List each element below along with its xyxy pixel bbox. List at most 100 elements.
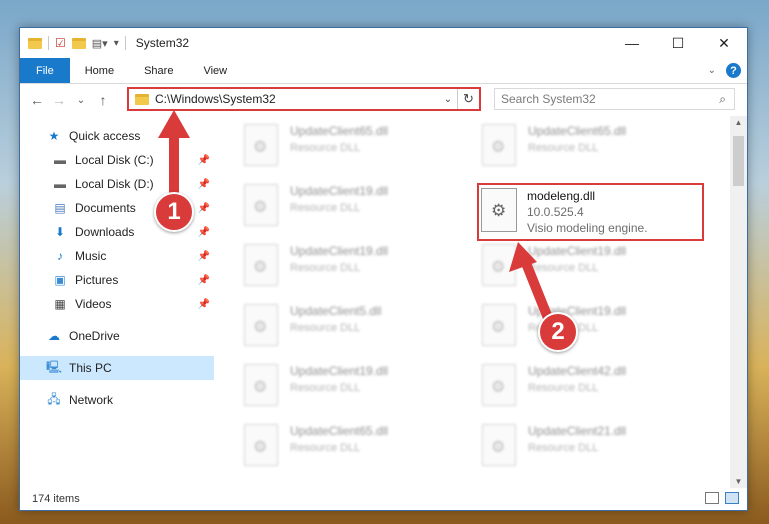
downloads-icon: ⬇: [54, 225, 66, 239]
maximize-button[interactable]: ☐: [655, 28, 701, 58]
dll-file-icon: [482, 364, 516, 406]
pin-icon[interactable]: 📌: [198, 275, 210, 286]
quick-access-toolbar: ☑ ▤▾ ▾: [28, 28, 126, 58]
file-type: Resource DLL: [290, 382, 361, 394]
file-tile[interactable]: UpdateClient19.dllResource DLL: [482, 244, 707, 296]
expand-ribbon-icon[interactable]: ⌄: [708, 65, 716, 76]
file-tile[interactable]: UpdateClient19.dll Resource DLL: [244, 364, 469, 416]
pin-icon[interactable]: 📌: [198, 179, 210, 190]
file-type: Resource DLL: [290, 142, 361, 154]
divider: [48, 36, 49, 50]
documents-icon: ▤: [54, 201, 66, 215]
network-icon: 🖧: [47, 391, 61, 406]
qa-dropdown-icon[interactable]: ▾: [114, 38, 119, 49]
file-version: 10.0.525.4: [527, 205, 584, 219]
sidebar-item-network[interactable]: 🖧 Network: [20, 388, 214, 412]
file-tile[interactable]: UpdateClient19.dllResource DLL: [482, 304, 707, 356]
sidebar-item-pictures[interactable]: ▣ Pictures 📌: [20, 268, 214, 292]
file-name: UpdateClient42.dll: [528, 364, 627, 378]
search-icon[interactable]: ⌕: [719, 92, 726, 107]
pin-icon[interactable]: 📌: [198, 251, 210, 262]
file-tile[interactable]: UpdateClient19.dllResource DLL: [244, 244, 469, 296]
computer-icon: 🖳: [46, 359, 63, 374]
new-folder-icon[interactable]: [71, 37, 86, 49]
file-name: UpdateClient19.dll: [290, 184, 389, 198]
folder-icon[interactable]: [28, 37, 42, 49]
file-name: modeleng.dll: [527, 189, 596, 203]
dll-file-icon: [244, 124, 278, 166]
file-tile[interactable]: UpdateClient19.dll Resource DLL: [244, 184, 469, 236]
caption-buttons: — ☐ ✕: [609, 28, 747, 58]
sidebar-item-music[interactable]: ♪ Music 📌: [20, 244, 214, 268]
sidebar-item-onedrive[interactable]: ☁ OneDrive: [20, 324, 214, 348]
vertical-scrollbar[interactable]: ▲ ▼: [730, 116, 747, 488]
file-type: Resource DLL: [528, 262, 599, 274]
sidebar-item-label: Music: [75, 249, 107, 263]
dll-file-icon: [482, 124, 516, 166]
tab-share[interactable]: Share: [129, 58, 188, 83]
file-type: Resource DLL: [290, 442, 361, 454]
search-input[interactable]: Search System32 ⌕: [494, 88, 735, 110]
sidebar-item-local-disk-d[interactable]: ▬ Local Disk (D:) 📌: [20, 172, 214, 196]
help-icon[interactable]: ?: [726, 63, 741, 78]
step-2-badge: 2: [538, 312, 578, 352]
file-tile[interactable]: UpdateClient65.dll Resource DLL: [244, 124, 469, 176]
file-tile[interactable]: UpdateClient5.dll Resource DLL: [244, 304, 469, 356]
item-count: 174 items: [32, 493, 80, 505]
star-icon: ★: [48, 129, 60, 143]
address-bar[interactable]: C:\Windows\System32 ⌄ ↻: [127, 87, 481, 111]
sidebar-item-label: Quick access: [69, 129, 141, 143]
pin-icon[interactable]: 📌: [198, 227, 210, 238]
dll-file-icon: [244, 184, 278, 226]
explorer-body: ★ Quick access ▬ Local Disk (C:) 📌 ▬ Loc…: [20, 116, 747, 488]
scroll-thumb[interactable]: [733, 136, 744, 186]
pin-icon[interactable]: 📌: [198, 155, 210, 166]
file-name: UpdateClient21.dll: [528, 424, 627, 438]
sidebar-item-local-disk-c[interactable]: ▬ Local Disk (C:) 📌: [20, 148, 214, 172]
tiles-view-icon[interactable]: [725, 492, 739, 504]
file-name: UpdateClient19.dll: [528, 304, 627, 318]
sidebar-item-this-pc[interactable]: 🖳 This PC: [20, 356, 214, 380]
file-tile[interactable]: UpdateClient65.dll Resource DLL: [482, 124, 707, 176]
address-path[interactable]: C:\Windows\System32: [155, 92, 439, 106]
pin-icon[interactable]: 📌: [198, 299, 210, 310]
tab-file[interactable]: File: [20, 58, 70, 83]
sidebar-item-label: OneDrive: [69, 329, 120, 343]
file-name: UpdateClient19.dll: [290, 364, 389, 378]
sidebar-item-label: Local Disk (C:): [75, 153, 154, 167]
properties-icon[interactable]: ☑: [55, 36, 66, 50]
sidebar-item-videos[interactable]: ▦ Videos 📌: [20, 292, 214, 316]
refresh-icon[interactable]: ↻: [457, 89, 479, 109]
file-name: UpdateClient65.dll: [290, 124, 389, 138]
customize-icon[interactable]: ▤▾: [92, 37, 108, 50]
file-tile[interactable]: UpdateClient65.dll Resource DLL: [244, 424, 469, 476]
file-description: Visio modeling engine.: [527, 221, 648, 235]
tab-view[interactable]: View: [188, 58, 242, 83]
file-type: Resource DLL: [290, 202, 361, 214]
file-name: UpdateClient19.dll: [290, 244, 389, 258]
details-view-icon[interactable]: [705, 492, 719, 504]
folder-icon: [135, 93, 149, 105]
back-button[interactable]: ←: [26, 92, 48, 108]
title-bar: ☑ ▤▾ ▾ System32 — ☐ ✕: [20, 28, 747, 58]
file-tile[interactable]: UpdateClient42.dll Resource DLL: [482, 364, 707, 416]
navigation-pane: ★ Quick access ▬ Local Disk (C:) 📌 ▬ Loc…: [20, 116, 214, 488]
close-button[interactable]: ✕: [701, 28, 747, 58]
pin-icon[interactable]: 📌: [198, 203, 210, 214]
file-name: UpdateClient65.dll: [290, 424, 389, 438]
minimize-button[interactable]: —: [609, 28, 655, 58]
forward-button[interactable]: →: [48, 92, 70, 108]
file-tile[interactable]: UpdateClient21.dll Resource DLL: [482, 424, 707, 476]
dll-file-icon: [244, 364, 278, 406]
scroll-up-icon[interactable]: ▲: [730, 118, 747, 127]
sidebar-item-quick-access[interactable]: ★ Quick access: [20, 124, 214, 148]
sidebar-item-label: Pictures: [75, 273, 119, 287]
address-dropdown-icon[interactable]: ⌄: [439, 94, 457, 105]
tab-home[interactable]: Home: [70, 58, 129, 83]
scroll-down-icon[interactable]: ▼: [730, 477, 747, 486]
up-button[interactable]: ↑: [92, 92, 114, 108]
sidebar-item-label: Local Disk (D:): [75, 177, 154, 191]
step-1-badge: 1: [154, 192, 194, 232]
highlighted-file-modeleng[interactable]: modeleng.dll 10.0.525.4 Visio modeling e…: [477, 183, 704, 241]
recent-locations-button[interactable]: ⌄: [70, 95, 92, 106]
